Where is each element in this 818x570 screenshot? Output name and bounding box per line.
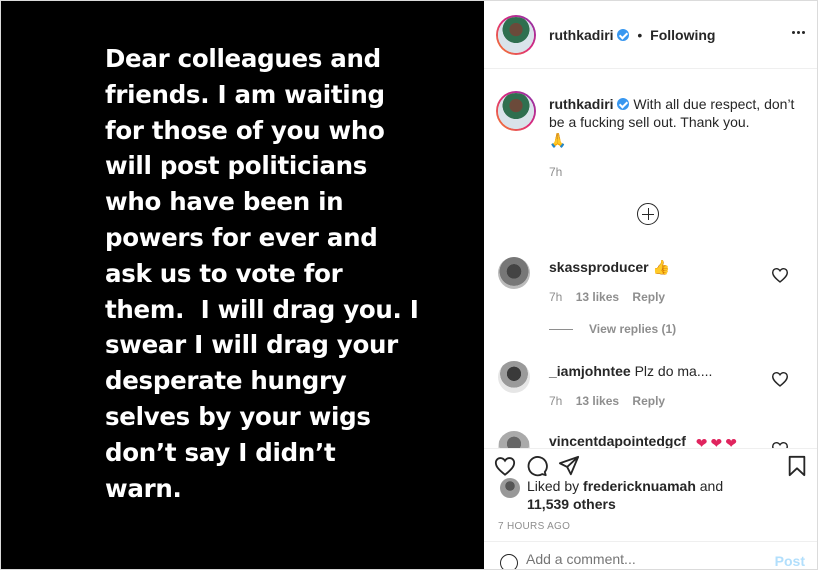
caption-username[interactable]: ruthkadiri: [549, 96, 614, 112]
commenter-username[interactable]: vincentdapointedgcf: [549, 433, 686, 449]
save-bookmark-icon[interactable]: [787, 455, 807, 477]
commenter-avatar[interactable]: [498, 257, 530, 289]
reply-button[interactable]: Reply: [632, 290, 665, 304]
post-modal: Dear colleagues and friends. I am waitin…: [0, 0, 818, 570]
caption-avatar[interactable]: [496, 91, 536, 131]
author-avatar[interactable]: [496, 15, 536, 55]
comment-likes[interactable]: 13 likes: [576, 290, 619, 304]
comment-meta: 7h 13 likes Reply: [549, 394, 675, 408]
like-heart-icon[interactable]: [494, 455, 516, 477]
image-text-line: for those of you who: [105, 115, 385, 145]
author-line: ruthkadiri • Following: [549, 27, 715, 43]
like-comment-heart-icon[interactable]: [771, 267, 789, 283]
comment-text: _iamjohntee Plz do ma....: [549, 363, 712, 379]
separator-dot: •: [637, 27, 643, 43]
image-text-line: will post politicians: [105, 151, 368, 181]
add-comment-bar: Post: [484, 541, 817, 569]
image-text-line: powers for ever and: [105, 222, 378, 252]
following-button[interactable]: Following: [650, 27, 715, 43]
image-text-line: who have been in: [105, 187, 344, 217]
share-paper-plane-icon[interactable]: [558, 455, 580, 477]
comment-likes[interactable]: 13 likes: [576, 394, 619, 408]
verified-badge-icon: [617, 29, 630, 41]
post-image[interactable]: Dear colleagues and friends. I am waitin…: [1, 1, 484, 569]
image-text-line: selves by your wigs: [105, 401, 371, 431]
verified-badge-icon: [617, 98, 630, 110]
thumbs-up-emoji-icon: 👍: [652, 259, 670, 275]
post-side-panel: ruthkadiri • Following ruthkadiri With a…: [484, 1, 817, 569]
caption-body: ruthkadiri With all due respect, don’t b…: [549, 95, 799, 149]
post-actions: Liked by fredericknuamah and 11,539 othe…: [484, 448, 817, 569]
reply-button[interactable]: Reply: [632, 394, 665, 408]
image-text-line: friends. I am waiting: [105, 79, 385, 109]
post-image-text: Dear colleagues and friends. I am waitin…: [105, 41, 419, 506]
like-comment-heart-icon[interactable]: [771, 371, 789, 387]
commenter-avatar[interactable]: [498, 361, 530, 393]
image-text-line: ask us to vote for: [105, 258, 343, 288]
commenter-username[interactable]: _iamjohntee: [549, 363, 631, 379]
more-options-icon[interactable]: [792, 31, 805, 34]
likes-text: Liked by fredericknuamah and 11,539 othe…: [527, 478, 724, 512]
posted-time[interactable]: 7 HOURS AGO: [498, 521, 570, 532]
image-text-line: swear I will drag your: [105, 330, 398, 360]
comment-bubble-icon[interactable]: [526, 455, 548, 477]
commenter-username[interactable]: skassproducer: [549, 259, 649, 275]
comment-meta: 7h 13 likes Reply: [549, 290, 675, 304]
image-text-line: them. I will drag you. I: [105, 294, 419, 324]
load-more-comments-icon[interactable]: [637, 203, 659, 225]
action-icons: [494, 455, 580, 477]
comment-body: Plz do ma....: [634, 363, 713, 379]
caption-avatar-image: [498, 93, 534, 129]
likes-others-count[interactable]: 11,539 others: [527, 496, 616, 512]
liker-username[interactable]: fredericknuamah: [583, 478, 696, 494]
comment-time[interactable]: 7h: [549, 394, 562, 408]
image-text-line: Dear colleagues and: [105, 44, 381, 73]
post-header: ruthkadiri • Following: [484, 1, 817, 69]
comment-text: skassproducer 👍: [549, 259, 670, 276]
post-comment-button[interactable]: Post: [775, 553, 805, 569]
caption-time[interactable]: 7h: [549, 165, 562, 179]
liker-avatar[interactable]: [500, 478, 520, 498]
image-text-line: desperate hungry: [105, 366, 347, 396]
view-replies-button[interactable]: View replies (1): [549, 322, 676, 336]
comment-time[interactable]: 7h: [549, 290, 562, 304]
image-text-line: warn.: [105, 473, 182, 503]
image-text-line: don’t say I didn’t: [105, 437, 336, 467]
author-username[interactable]: ruthkadiri: [549, 27, 614, 43]
add-comment-input[interactable]: [526, 551, 756, 567]
author-avatar-image: [498, 17, 534, 53]
pray-emoji-icon: 🙏: [549, 132, 567, 148]
emoji-picker-icon[interactable]: [500, 554, 518, 569]
